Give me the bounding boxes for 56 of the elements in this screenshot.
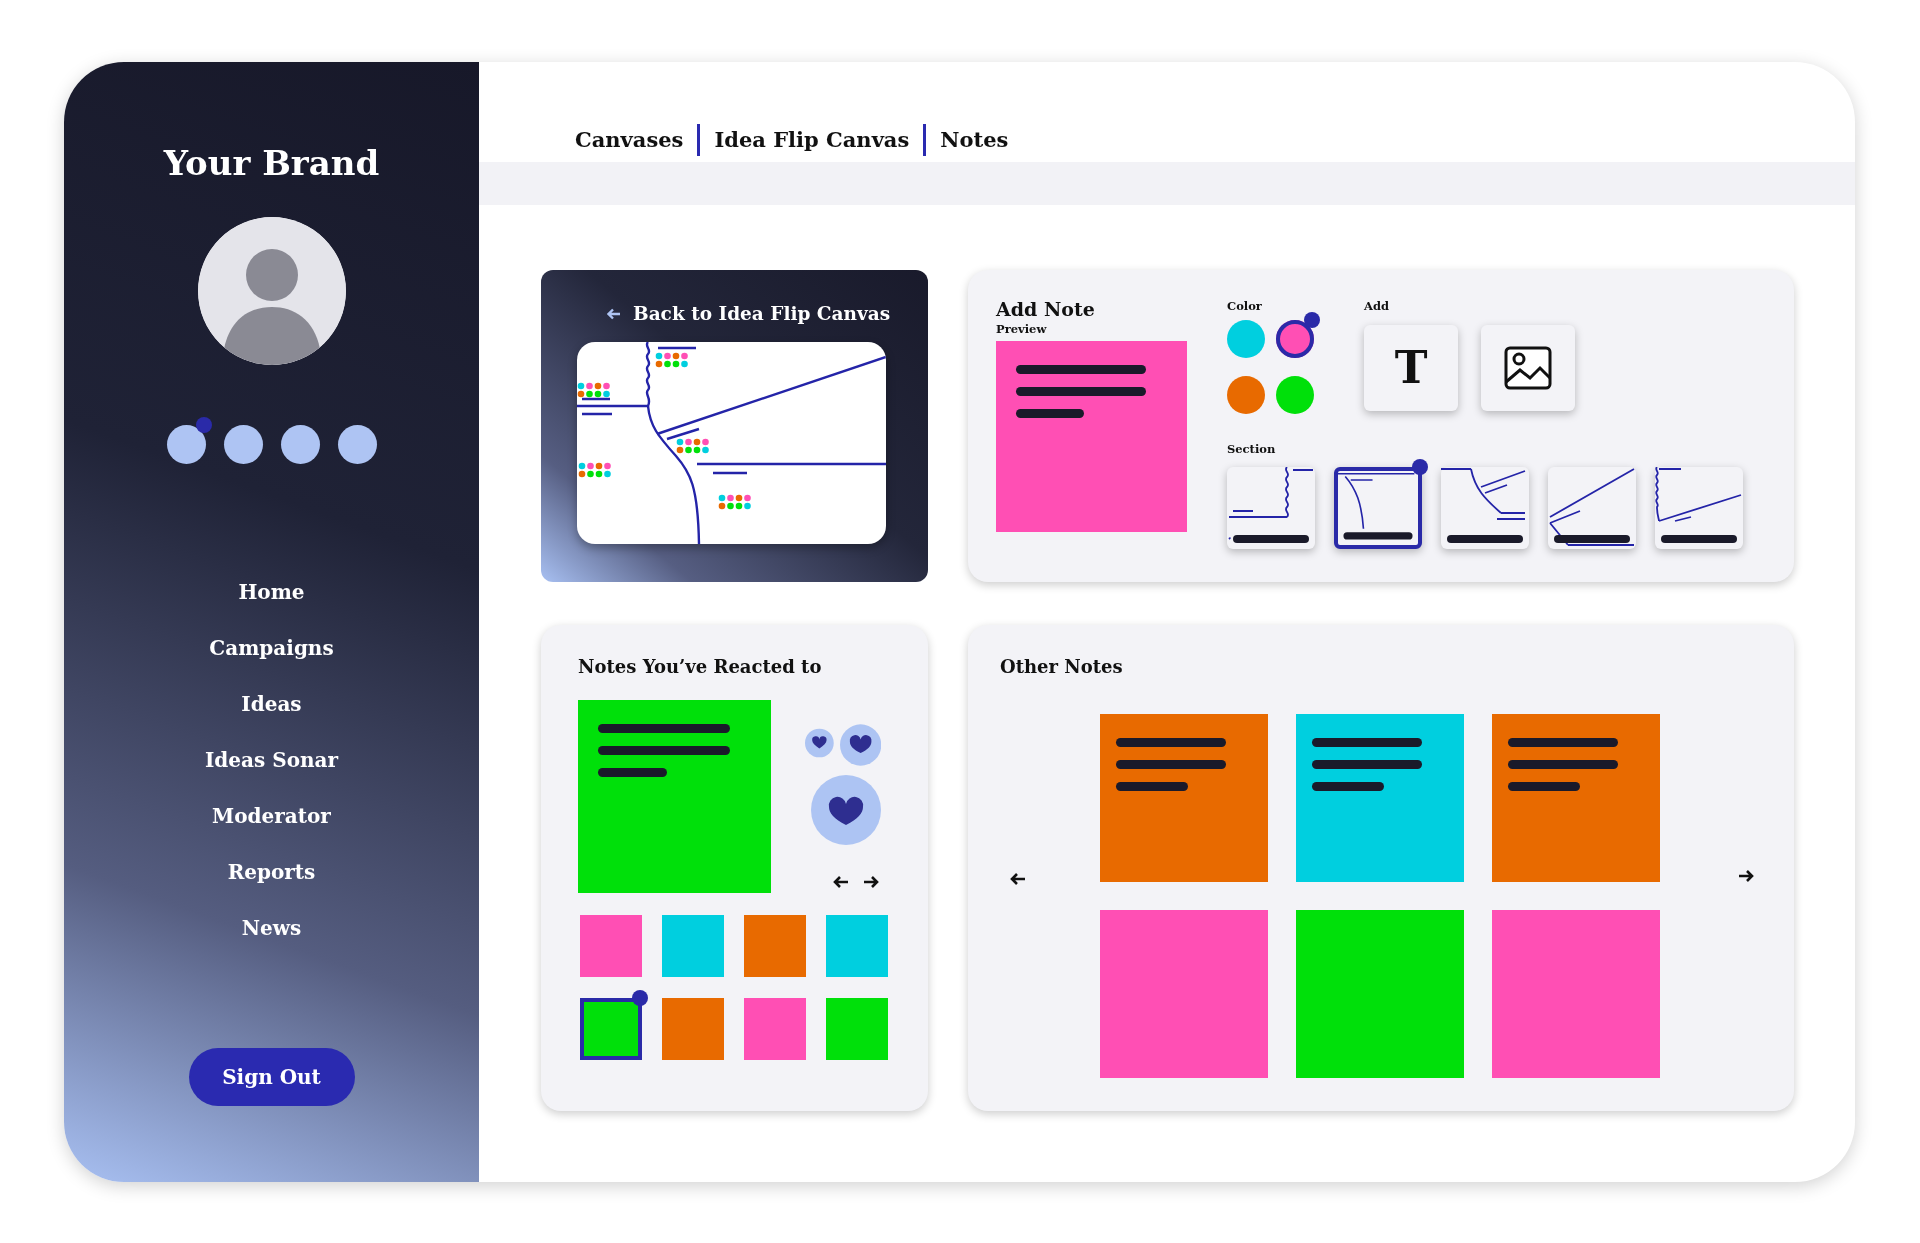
section-thumbnail[interactable]: [1655, 466, 1743, 549]
note-thumbnail[interactable]: [662, 998, 724, 1060]
sticky-note[interactable]: [1296, 714, 1464, 882]
note-thumbnail[interactable]: [580, 915, 642, 977]
sign-out-button[interactable]: Sign Out: [188, 1048, 355, 1106]
add-label: Add: [1364, 298, 1390, 315]
next-arrow-icon[interactable]: [1738, 869, 1754, 883]
avatar-silhouette-icon: [197, 217, 346, 365]
next-arrow-icon[interactable]: [863, 875, 879, 889]
color-swatch[interactable]: [1227, 376, 1265, 415]
back-link[interactable]: Back to Idea Flip Canvas: [607, 300, 894, 328]
note-thumbnail[interactable]: [826, 998, 888, 1060]
nav-link[interactable]: Ideas Sonar: [204, 732, 339, 788]
note-thumbnail[interactable]: [826, 915, 888, 977]
section-thumbnail[interactable]: [1441, 466, 1529, 549]
note-thumbnail[interactable]: [744, 998, 806, 1060]
nav-link[interactable]: Home: [238, 564, 305, 620]
color-swatch[interactable]: [1276, 320, 1314, 359]
note-thumbnail[interactable]: [744, 915, 806, 977]
add-image-button[interactable]: [1481, 325, 1575, 412]
heart-reaction-icon[interactable]: [839, 722, 881, 768]
color-swatch[interactable]: [1276, 376, 1314, 415]
sticky-note[interactable]: [1100, 714, 1268, 882]
pager-dot[interactable]: [223, 425, 263, 464]
add-note-title: Add Note: [996, 298, 1096, 321]
nav-link[interactable]: Moderator: [212, 788, 331, 844]
note-thumbnail[interactable]: [662, 915, 724, 977]
back-arrow-icon: [607, 307, 621, 320]
heart-reaction-icon[interactable]: [811, 775, 881, 845]
pager-dot[interactable]: [280, 425, 320, 464]
add-text-button[interactable]: T: [1364, 325, 1458, 412]
preview-label: Preview: [996, 320, 1048, 338]
nav-link[interactable]: News: [241, 900, 302, 956]
heart-reaction-icon[interactable]: [805, 727, 834, 759]
note-thumbnail[interactable]: [580, 998, 642, 1060]
color-swatch[interactable]: [1227, 320, 1265, 359]
reacted-notes-title: Notes You’ve Reacted to: [578, 655, 823, 679]
previous-arrow-icon[interactable]: [833, 875, 849, 889]
pager-dot[interactable]: [337, 425, 377, 464]
other-notes-title: Other Notes: [1000, 655, 1124, 679]
nav-link[interactable]: Ideas: [241, 676, 302, 732]
nav-link[interactable]: Campaigns: [209, 620, 334, 676]
brand-name: Your Brand: [163, 142, 380, 185]
image-icon: [1504, 346, 1552, 391]
pager-dot[interactable]: [166, 425, 206, 464]
section-thumbnail[interactable]: [1548, 466, 1636, 549]
breadcrumb-link[interactable]: Idea Flip Canvas: [697, 124, 924, 156]
section-thumbnail[interactable]: [1227, 466, 1315, 549]
breadcrumb-link[interactable]: Notes: [923, 124, 1023, 156]
nav-link[interactable]: Reports: [227, 844, 316, 900]
color-label: Color: [1227, 298, 1263, 315]
previous-arrow-icon[interactable]: [1010, 872, 1026, 886]
breadcrumb-link[interactable]: Canvases: [575, 124, 698, 156]
section-label: Section: [1227, 441, 1277, 459]
section-thumbnail[interactable]: [1334, 466, 1422, 549]
sticky-note[interactable]: [1492, 714, 1660, 882]
